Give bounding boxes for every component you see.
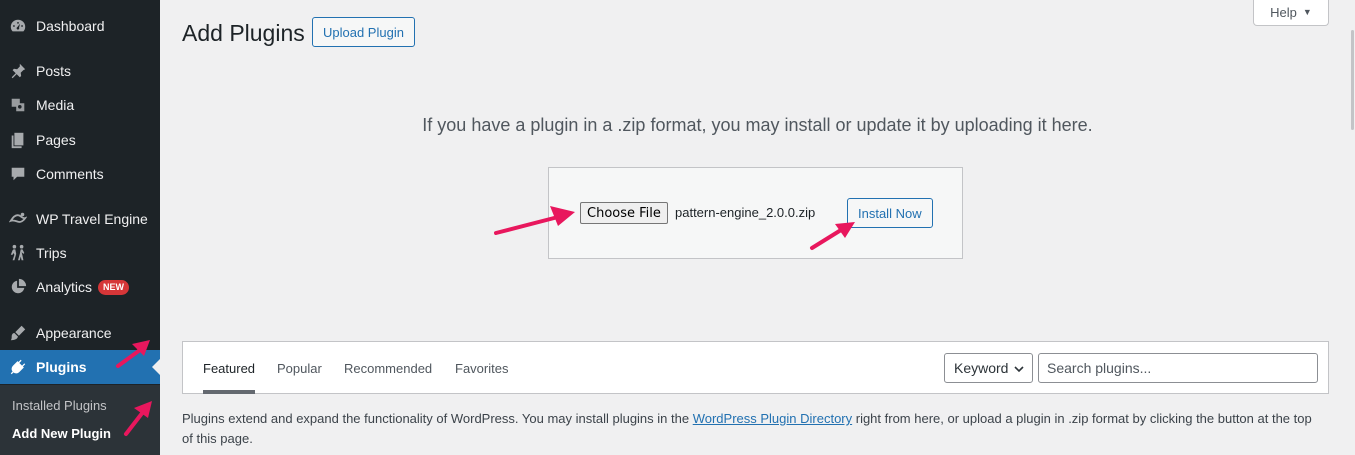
sidebar-item-label: Plugins xyxy=(36,359,87,375)
plugin-icon xyxy=(9,358,27,376)
page-title: Add Plugins xyxy=(182,20,305,46)
sidebar-item-label: Appearance xyxy=(36,325,112,341)
pie-chart-icon xyxy=(9,278,27,296)
tab-recommended[interactable]: Recommended xyxy=(344,342,432,394)
sidebar-item-label: Analytics xyxy=(36,279,93,295)
comment-icon xyxy=(9,165,27,183)
plugin-directory-link[interactable]: WordPress Plugin Directory xyxy=(693,411,852,426)
sidebar-item-label: Comments xyxy=(36,166,104,182)
sidebar-item-plugins[interactable]: Plugins xyxy=(0,350,160,384)
install-now-button[interactable]: Install Now xyxy=(847,198,933,228)
sidebar-item-appearance[interactable]: Appearance xyxy=(0,316,160,350)
admin-sidebar: Dashboard Posts Media Pages Comments WP … xyxy=(0,0,160,455)
sidebar-item-media[interactable]: Media xyxy=(0,88,160,122)
help-tab[interactable]: Help ▼ xyxy=(1253,0,1329,26)
scrollbar[interactable] xyxy=(1350,0,1355,455)
search-plugins-input[interactable] xyxy=(1038,353,1318,383)
plugin-filter-bar: Featured Popular Recommended Favorites K… xyxy=(182,341,1329,394)
sidebar-item-label: Dashboard xyxy=(36,18,105,34)
sidebar-item-analytics[interactable]: Analytics NEW xyxy=(0,270,160,304)
search-type-value: Keyword xyxy=(954,360,1009,376)
dashboard-icon xyxy=(9,17,27,35)
submenu-installed-plugins[interactable]: Installed Plugins xyxy=(12,398,107,413)
hikers-icon xyxy=(9,244,27,262)
brush-icon xyxy=(9,324,27,342)
new-badge: NEW xyxy=(98,279,130,295)
active-indicator xyxy=(152,359,160,375)
sidebar-item-dashboard[interactable]: Dashboard xyxy=(0,9,160,43)
tab-favorites[interactable]: Favorites xyxy=(455,342,508,394)
sidebar-item-label: Media xyxy=(36,97,75,113)
choose-file-button[interactable]: Choose File xyxy=(580,202,668,224)
tab-featured[interactable]: Featured xyxy=(203,342,256,394)
caret-down-icon: ▼ xyxy=(1302,7,1312,17)
search-type-select[interactable]: Keyword xyxy=(944,353,1033,383)
sidebar-item-label: Trips xyxy=(36,245,67,261)
sidebar-item-label: Pages xyxy=(36,132,76,148)
sidebar-item-label: WP Travel Engine xyxy=(36,211,148,227)
pin-icon xyxy=(9,62,27,80)
submenu-add-new-plugin[interactable]: Add New Plugin xyxy=(12,426,111,441)
selected-file-name: pattern-engine_2.0.0.zip xyxy=(675,205,816,220)
chevron-down-icon xyxy=(1014,366,1024,373)
tab-popular[interactable]: Popular xyxy=(277,342,322,394)
sidebar-item-comments[interactable]: Comments xyxy=(0,157,160,191)
sidebar-item-posts[interactable]: Posts xyxy=(0,54,160,88)
upload-form: Choose File pattern-engine_2.0.0.zip Ins… xyxy=(548,167,963,259)
pages-icon xyxy=(9,131,27,149)
sidebar-item-trips[interactable]: Trips xyxy=(0,236,160,270)
help-label: Help xyxy=(1270,4,1297,20)
sidebar-item-pages[interactable]: Pages xyxy=(0,123,160,157)
description-text: Plugins extend and expand the functional… xyxy=(182,411,693,426)
plugins-submenu: Installed Plugins Add New Plugin xyxy=(0,385,160,455)
media-icon xyxy=(9,96,27,114)
travel-icon xyxy=(9,210,27,228)
upload-help-text: If you have a plugin in a .zip format, y… xyxy=(422,115,1093,135)
sidebar-item-label: Posts xyxy=(36,63,72,79)
upload-plugin-button[interactable]: Upload Plugin xyxy=(312,17,415,47)
plugins-description: Plugins extend and expand the functional… xyxy=(182,409,1322,449)
sidebar-item-wp-travel-engine[interactable]: WP Travel Engine xyxy=(0,202,160,236)
